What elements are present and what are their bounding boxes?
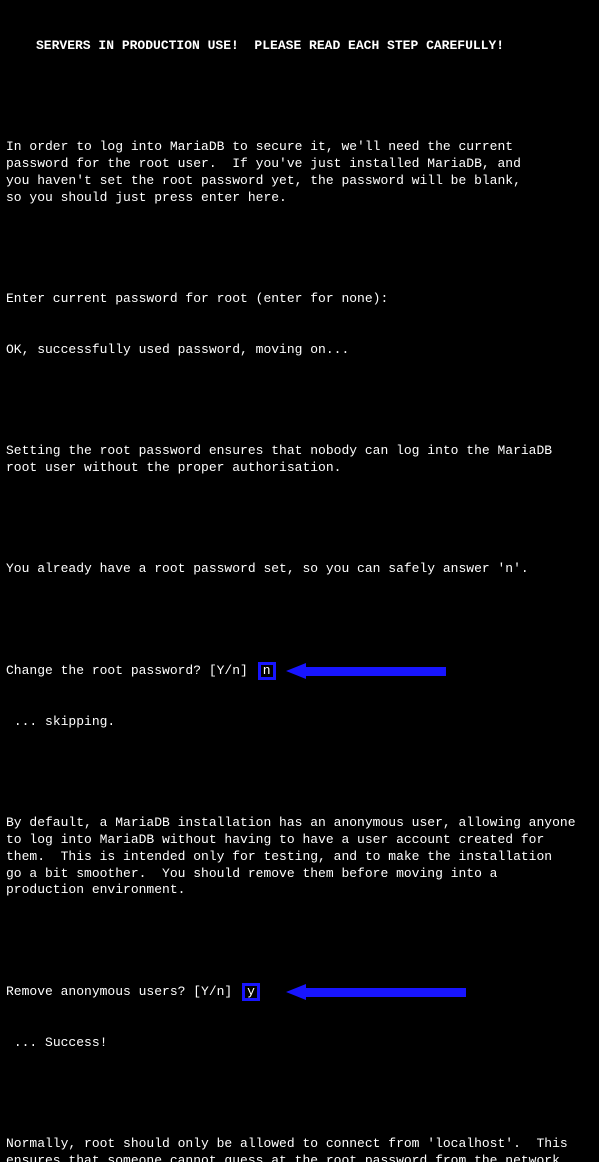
root-password-info: Setting the root password ensures that n… (6, 443, 593, 477)
intro-paragraph: In order to log into MariaDB to secure i… (6, 139, 593, 207)
remove-anonymous-prompt: Remove anonymous users? [Y/n] y (6, 984, 593, 1001)
already-set-msg: You already have a root password set, so… (6, 561, 593, 578)
arrow-annotation-icon (286, 663, 446, 679)
arrow-annotation-icon (286, 984, 466, 1000)
success-msg: ... Success! (6, 1035, 593, 1052)
prompt-text: Change the root password? [Y/n] (6, 663, 256, 680)
password-ok-msg: OK, successfully used password, moving o… (6, 342, 593, 359)
change-root-password-prompt: Change the root password? [Y/n] n (6, 663, 593, 680)
skipping-msg: ... skipping. (6, 714, 593, 731)
prompt-text: Remove anonymous users? [Y/n] (6, 984, 240, 1001)
localhost-info: Normally, root should only be allowed to… (6, 1136, 593, 1162)
answer-n: n (258, 662, 276, 680)
warning-header: SERVERS IN PRODUCTION USE! PLEASE READ E… (6, 38, 593, 55)
enter-password-prompt: Enter current password for root (enter f… (6, 291, 593, 308)
terminal-output: SERVERS IN PRODUCTION USE! PLEASE READ E… (0, 0, 599, 1162)
anonymous-user-info: By default, a MariaDB installation has a… (6, 815, 593, 899)
answer-y: y (242, 983, 260, 1001)
